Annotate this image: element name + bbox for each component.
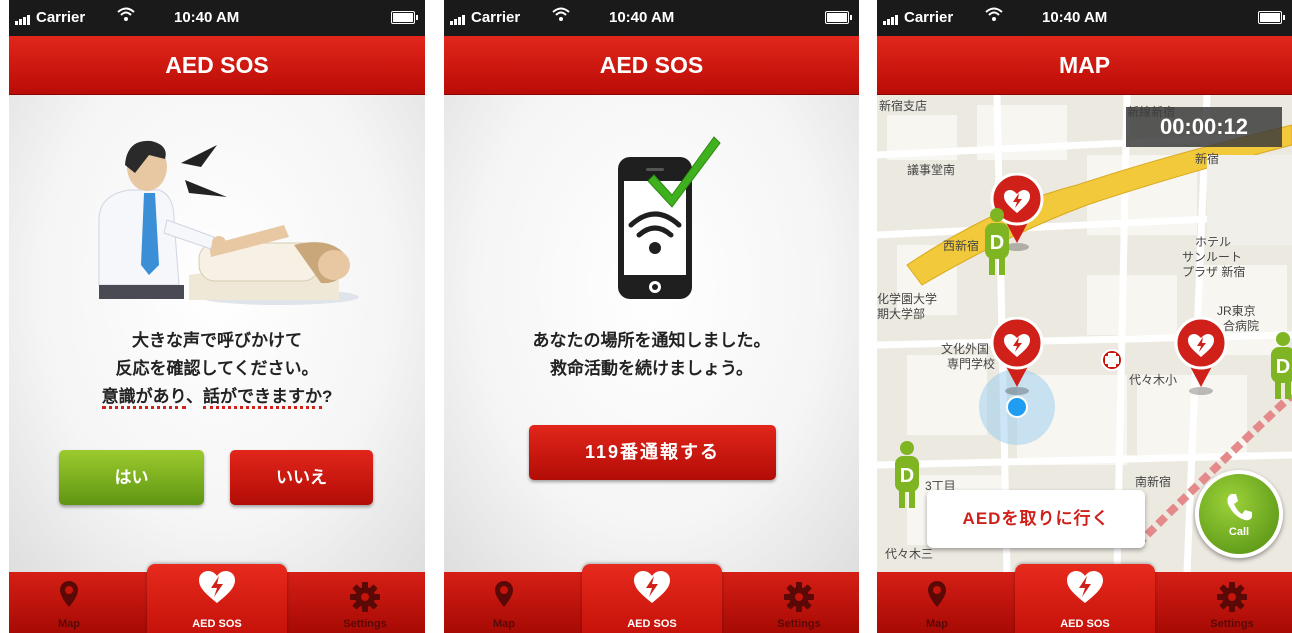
screen-aed-sos-notified: Carrier 10:40 AM AED SOS あなたの場所を通知しました。 … bbox=[444, 0, 859, 633]
tab-map-label: Map bbox=[493, 618, 515, 630]
tab-settings-label: Settings bbox=[343, 618, 387, 630]
svg-text:D: D bbox=[990, 232, 1004, 254]
question-part-2: 話ができますか bbox=[202, 387, 322, 409]
tab-settings[interactable]: Settings bbox=[739, 572, 859, 633]
person-d-icon: D bbox=[985, 208, 1009, 275]
heart-bolt-icon bbox=[1066, 570, 1104, 609]
map-label-yoyogi-elem: 代々木小 bbox=[1129, 373, 1178, 387]
tab-aed-sos-label: AED SOS bbox=[627, 618, 677, 630]
map-label-nishishinjuku: 西新宿 bbox=[943, 239, 980, 253]
status-time: 10:40 AM bbox=[174, 9, 240, 26]
map-view[interactable]: 新宿支店 議事堂南 西新宿 新宿 ホテル サンルート プラザ 新宿 JR東京 合… bbox=[877, 95, 1292, 572]
map-label-minami-shinjuku: 南新宿 bbox=[1135, 475, 1172, 489]
check-response-panel: 大きな声で呼びかけて 反応を確認してください。 意識があり、話ができますか? は… bbox=[9, 95, 425, 572]
question-mark: ? bbox=[321, 387, 333, 406]
aed-marker-icon[interactable] bbox=[1173, 317, 1229, 395]
map-label-shinjuku-branch: 新宿支店 bbox=[879, 99, 928, 113]
carrier-label: Carrier bbox=[904, 9, 954, 26]
person-d-icon: D bbox=[1271, 332, 1292, 399]
fetch-aed-button[interactable]: AEDを取りに行く bbox=[927, 490, 1145, 548]
call-label: Call bbox=[1228, 526, 1250, 538]
tab-map[interactable]: Map bbox=[444, 572, 564, 633]
tab-aed-sos[interactable]: AED SOS bbox=[1015, 564, 1155, 633]
tab-settings-label: Settings bbox=[777, 618, 821, 630]
tab-bar: Map AED SOS Settings bbox=[444, 564, 859, 633]
map-label-hotel-3: プラザ 新宿 bbox=[1182, 265, 1246, 279]
notified-text: あなたの場所を通知しました。 救命活動を続けましょう。 bbox=[444, 327, 859, 383]
map-pin-icon bbox=[927, 580, 947, 613]
phone-icon bbox=[1227, 494, 1252, 521]
gear-icon bbox=[350, 582, 380, 617]
screen-map: Carrier 10:40 AM MAP 新宿支店 議事堂南 西新宿 新宿 ホテ… bbox=[877, 0, 1292, 633]
tab-map[interactable]: Map bbox=[877, 572, 997, 633]
carrier-label: Carrier bbox=[471, 9, 521, 26]
status-time: 10:40 AM bbox=[1042, 9, 1108, 26]
rescuer-illustration bbox=[98, 140, 359, 305]
screen-aed-sos-check: Carrier 10:40 AM AED SOS 大きな声で呼びかけて 反応を確… bbox=[9, 0, 425, 633]
nav-title: AED SOS bbox=[444, 36, 859, 95]
notified-panel: あなたの場所を通知しました。 救命活動を続けましょう。 119番通報する bbox=[444, 95, 859, 572]
carrier-label: Carrier bbox=[36, 9, 86, 26]
question-part-1: 意識があり bbox=[101, 387, 186, 409]
gear-icon bbox=[784, 582, 814, 617]
svg-text:D: D bbox=[900, 465, 914, 487]
nav-title: MAP bbox=[877, 36, 1292, 95]
aed-marker-icon[interactable] bbox=[989, 317, 1045, 395]
tab-aed-sos[interactable]: AED SOS bbox=[582, 564, 722, 633]
nav-title: AED SOS bbox=[9, 36, 425, 95]
battery-icon bbox=[1258, 11, 1285, 24]
yes-button[interactable]: はい bbox=[59, 450, 204, 505]
tab-settings[interactable]: Settings bbox=[1172, 572, 1292, 633]
wifi-icon bbox=[985, 6, 1003, 26]
map-label-gijidomae: 議事堂南 bbox=[907, 163, 956, 177]
instruction-text: 大きな声で呼びかけて 反応を確認してください。 意識があり、話ができますか? bbox=[9, 327, 425, 411]
tab-settings[interactable]: Settings bbox=[305, 572, 425, 633]
tab-map-label: Map bbox=[926, 618, 948, 630]
battery-icon bbox=[825, 11, 852, 24]
map-pin-icon bbox=[494, 580, 514, 613]
status-bar: Carrier 10:40 AM bbox=[444, 0, 859, 36]
wifi-icon bbox=[552, 6, 570, 26]
map-label-univ-2: 期大学部 bbox=[877, 307, 926, 321]
tab-settings-label: Settings bbox=[1210, 618, 1254, 630]
elapsed-timer: 00:00:12 bbox=[1126, 107, 1282, 147]
status-time: 10:40 AM bbox=[609, 9, 675, 26]
map-label-bunka-2: 専門学校 bbox=[947, 357, 996, 371]
gear-icon bbox=[1217, 582, 1247, 617]
battery-icon bbox=[391, 11, 418, 24]
svg-text:D: D bbox=[1276, 356, 1290, 378]
map-label-yoyogi-3: 代々木三 bbox=[885, 547, 934, 561]
tab-bar: Map AED SOS Settings bbox=[9, 564, 425, 633]
call-119-button[interactable]: 119番通報する bbox=[529, 425, 776, 480]
person-d-icon: D bbox=[895, 441, 919, 508]
heart-bolt-icon bbox=[198, 570, 236, 609]
tab-aed-sos-label: AED SOS bbox=[192, 618, 242, 630]
instruction-question: 意識があり、話ができますか? bbox=[9, 383, 425, 411]
signal-icon bbox=[450, 8, 466, 25]
tab-map-label: Map bbox=[58, 618, 80, 630]
notified-line-1: あなたの場所を通知しました。 bbox=[532, 331, 771, 350]
instruction-line-1: 大きな声で呼びかけて bbox=[132, 331, 302, 350]
smartphone-wifi-icon bbox=[618, 136, 721, 299]
tab-aed-sos-label: AED SOS bbox=[1060, 618, 1110, 630]
map-pin-icon bbox=[59, 580, 79, 613]
wifi-icon bbox=[117, 6, 135, 26]
status-bar: Carrier 10:40 AM bbox=[877, 0, 1292, 36]
question-separator: 、 bbox=[185, 387, 203, 406]
heart-bolt-icon bbox=[633, 570, 671, 609]
notified-line-2: 救命活動を続けましょう。 bbox=[550, 359, 753, 378]
tab-bar: Map AED SOS Settings bbox=[877, 564, 1292, 633]
instruction-line-2: 反応を確認してください。 bbox=[115, 359, 319, 378]
signal-icon bbox=[883, 8, 899, 25]
map-label-shinjuku: 新宿 bbox=[1195, 152, 1220, 166]
signal-icon bbox=[15, 8, 31, 25]
no-button[interactable]: いいえ bbox=[230, 450, 373, 505]
tab-aed-sos[interactable]: AED SOS bbox=[147, 564, 287, 633]
tab-map[interactable]: Map bbox=[9, 572, 129, 633]
call-button[interactable]: Call bbox=[1195, 470, 1283, 558]
status-bar: Carrier 10:40 AM bbox=[9, 0, 425, 36]
